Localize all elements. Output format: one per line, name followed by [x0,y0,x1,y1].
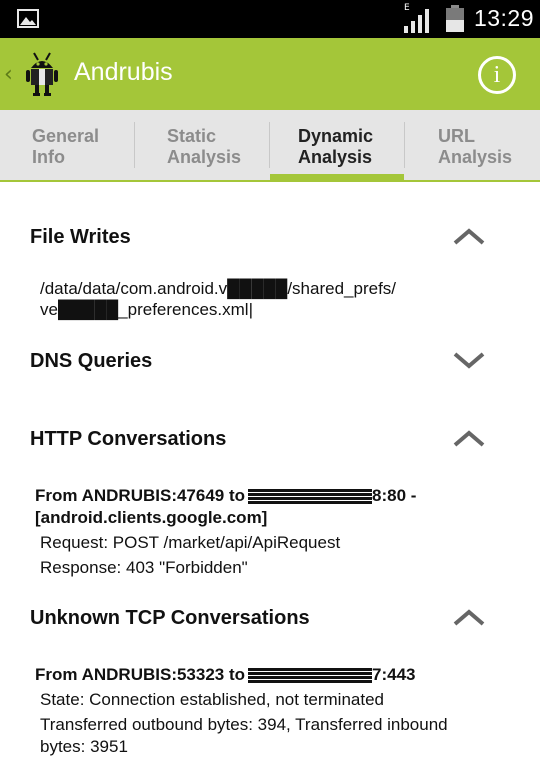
tab-static-analysis[interactable]: Static Analysis [135,110,270,180]
tab-label-line2: Analysis [167,147,242,167]
chevron-up-icon[interactable] [452,428,486,448]
tab-dynamic-analysis[interactable]: Dynamic Analysis [270,110,405,182]
signal-icon [404,9,429,33]
chevron-down-icon[interactable] [452,350,486,370]
tab-label-line2: Analysis [438,147,513,167]
tab-label-line2: Info [32,147,65,167]
status-bar: E 13:29 [0,0,540,38]
tcp-transferred-line1: Transferred outbound bytes: 394, Transfe… [40,715,448,734]
tcp-from-line-end: 7:443 [372,665,416,684]
tab-url-analysis[interactable]: URL Analysis [405,110,540,180]
chevron-up-icon[interactable] [452,607,486,627]
tab-label-line1: URL [438,126,475,146]
gallery-icon [17,9,39,28]
app-title: Andrubis [74,58,173,86]
redacted-ip-mark [248,668,372,684]
redacted-ip-mark [248,489,372,505]
file-write-path-line1: /data/data/com.android.v█████/shared_pre… [40,279,397,298]
tab-label-line1: Static [167,126,217,146]
section-dns-queries-title[interactable]: DNS Queries [30,350,152,373]
tcp-state-line: State: Connection established, not termi… [40,690,384,709]
section-unknown-tcp-title[interactable]: Unknown TCP Conversations [30,607,310,630]
andrubis-logo-icon[interactable] [22,50,62,98]
tcp-from-line-start: From ANDRUBIS:53323 to [35,665,246,684]
http-request-line: Request: POST /market/api/ApiRequest [40,533,341,552]
http-host-line: [android.clients.google.com] [35,508,268,527]
tcp-transferred-line2: bytes: 3951 [40,737,128,756]
up-chevron-icon[interactable]: ‹ [4,62,13,87]
file-write-path-line2: ve█████_preferences.xml| [40,300,253,319]
tab-bar: General Info Static Analysis Dynamic Ana… [0,110,540,182]
tab-label-line1: Dynamic [298,126,374,146]
http-from-line-start: From ANDRUBIS:47649 to [35,486,246,505]
info-icon[interactable]: i [478,56,516,94]
chevron-up-icon[interactable] [452,226,486,246]
battery-icon [446,5,464,32]
tab-general-info[interactable]: General Info [0,110,135,180]
active-tab-indicator [270,174,404,182]
action-bar: ‹ Andrubis i [0,38,540,110]
section-file-writes-title[interactable]: File Writes [30,226,131,249]
tab-label-line1: General [32,126,100,146]
status-clock: 13:29 [473,5,534,31]
http-response-line: Response: 403 "Forbidden" [40,558,248,577]
http-from-line-end: 8:80 - [372,486,417,505]
tab-label-line2: Analysis [298,147,373,167]
section-http-conversations-title[interactable]: HTTP Conversations [30,428,226,451]
